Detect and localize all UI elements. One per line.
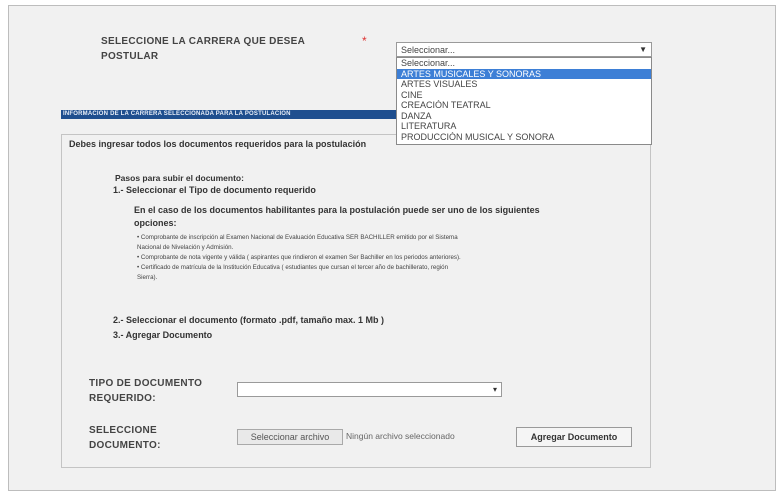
choose-file-button[interactable]: Seleccionar archivo <box>237 429 343 445</box>
bullet-2-text: Comprobante de nota vigente y válida ( a… <box>140 254 461 261</box>
career-select-value: Seleccionar... <box>401 45 456 55</box>
career-select[interactable]: Seleccionar... ▼ <box>396 42 652 57</box>
chevron-down-icon: ▼ <box>639 45 647 54</box>
bullet-3-text: Certificado de matrícula de la Instituci… <box>140 264 449 271</box>
doc-select-label-line1: SELECCIONE <box>89 425 158 436</box>
required-mark: * <box>362 34 367 48</box>
career-option[interactable]: CREACIÓN TEATRAL <box>397 100 651 111</box>
career-info-banner: INFORMACIÓN DE LA CARRERA SELECCIONADA P… <box>61 110 410 119</box>
career-label-line2: POSTULAR <box>101 51 159 62</box>
career-option[interactable]: DANZA <box>397 111 651 122</box>
file-status: Ningún archivo seleccionado <box>346 431 455 441</box>
bullet-1-text: Comprobante de inscripción al Examen Nac… <box>140 234 458 241</box>
doc-type-select[interactable]: ▾ <box>237 382 502 397</box>
step-1-desc-line2: opciones: <box>134 218 177 228</box>
add-document-button[interactable]: Agregar Documento <box>516 427 632 447</box>
doc-type-label-line2: REQUERIDO: <box>89 393 156 404</box>
career-dropdown-list: Seleccionar... ARTES MUSICALES Y SONORAS A… <box>396 57 652 145</box>
document-options-list: • Comprobante de inscripción al Examen N… <box>137 233 657 283</box>
career-option[interactable]: LITERATURA <box>397 121 651 132</box>
career-label: SELECCIONE LA CARRERA QUE DESEA POSTULAR <box>101 34 305 64</box>
form-panel: SELECCIONE LA CARRERA QUE DESEA POSTULAR… <box>8 5 776 491</box>
step-1-desc-line1: En el caso de los documentos habilitante… <box>134 205 540 215</box>
step-1: 1.- Seleccionar el Tipo de documento req… <box>113 185 316 195</box>
doc-type-label: TIPO DE DOCUMENTO REQUERIDO: <box>89 376 202 406</box>
bullet-1: • Comprobante de inscripción al Examen N… <box>137 234 458 241</box>
step-3: 3.- Agregar Documento <box>113 330 213 340</box>
doc-select-label-line2: DOCUMENTO: <box>89 440 161 451</box>
career-option[interactable]: CINE <box>397 90 651 101</box>
career-option[interactable]: PRODUCCIÓN MUSICAL Y SONORA <box>397 132 651 143</box>
bullet-3-cont: Sierra). <box>137 274 158 281</box>
step-2: 2.- Seleccionar el documento (formato .p… <box>113 315 385 325</box>
bullet-3: • Certificado de matrícula de la Institu… <box>137 264 449 271</box>
doc-type-label-line1: TIPO DE DOCUMENTO <box>89 378 203 389</box>
career-option[interactable]: ARTES MUSICALES Y SONORAS <box>397 68 651 79</box>
doc-select-label: SELECCIONE DOCUMENTO: <box>89 423 161 453</box>
bullet-2: • Comprobante de nota vigente y válida (… <box>137 254 461 261</box>
career-option[interactable]: Seleccionar... <box>397 58 651 69</box>
steps-title: Pasos para subir el documento: <box>115 173 244 183</box>
chevron-down-icon: ▾ <box>492 385 497 394</box>
career-label-line1: SELECCIONE LA CARRERA QUE DESEA <box>101 36 306 47</box>
documents-intro: Debes ingresar todos los documentos requ… <box>69 139 367 149</box>
career-option[interactable]: ARTES VISUALES <box>397 79 651 90</box>
bullet-1-cont: Nacional de Nivelación y Admisión. <box>137 244 234 251</box>
